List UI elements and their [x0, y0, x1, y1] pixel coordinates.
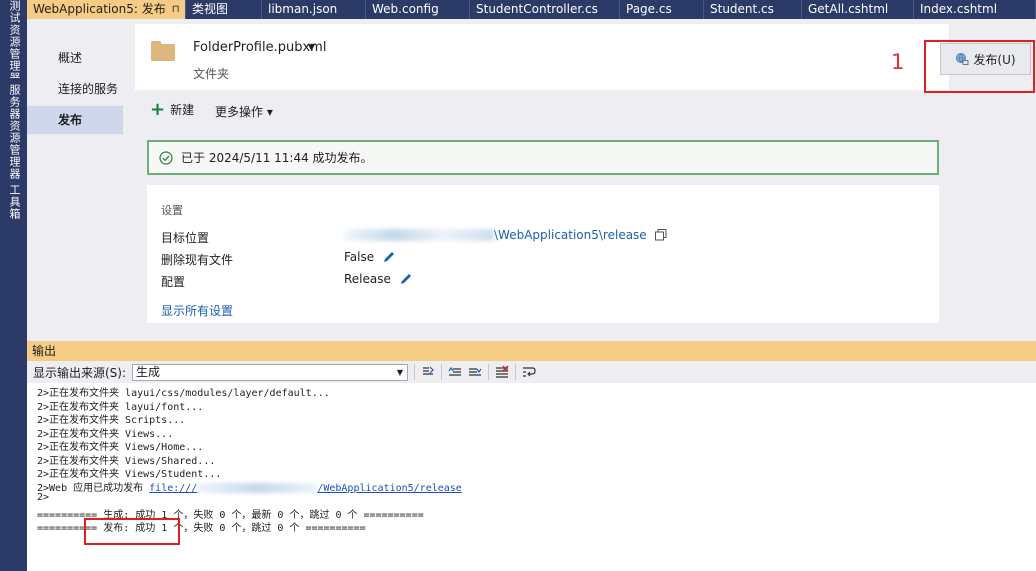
toolbar-separator	[441, 364, 443, 380]
output-source-label: 显示输出来源(S):	[33, 365, 127, 380]
delete-existing-label: 删除现有文件	[161, 253, 234, 267]
output-line: 2>正在发布文件夹 Scripts...	[37, 415, 186, 426]
output-source-value: 生成	[136, 364, 161, 379]
document-tab-strip: WebApplication5: 发布 ⊓ ✕ 类视图 libman.json …	[27, 0, 1036, 19]
status-banner: 已于 2024/5/11 11:44 成功发布。	[147, 140, 939, 175]
previous-message-icon[interactable]	[448, 365, 462, 379]
word-wrap-icon[interactable]	[522, 365, 536, 379]
delete-existing-text: False	[344, 250, 375, 264]
settings-card: 设置 目标位置 \WebApplication5\release 删除现有文件 …	[147, 185, 939, 323]
find-message-in-code-icon[interactable]	[421, 365, 435, 379]
tab-page-cs[interactable]: Page.cs	[620, 0, 704, 19]
toolbar-separator	[414, 364, 416, 380]
output-line: 2>正在发布文件夹 Views/Home...	[37, 442, 204, 453]
profile-card: FolderProfile.pubxml ▼ 文件夹 1 发布(U)	[135, 24, 1035, 93]
link-prefix: file:///	[149, 483, 198, 494]
status-message: 已于 2024/5/11 11:44 成功发布。	[181, 151, 373, 165]
copy-icon[interactable]	[654, 229, 667, 241]
toolbar-separator	[515, 364, 517, 380]
nav-publish[interactable]: 发布	[27, 106, 123, 134]
show-all-settings-link[interactable]: 显示所有设置	[161, 302, 233, 319]
highlight-box	[84, 518, 180, 545]
folder-icon	[151, 41, 175, 61]
output-line-web-published: 2>Web 应用已成功发布 file:/// /WebApplication5/r…	[37, 479, 462, 494]
new-profile-label: 新建	[170, 103, 195, 117]
profile-type: 文件夹	[193, 67, 230, 81]
publish-page: 概述 连接的服务 发布 FolderProfile.pubxml ▼ 文件夹 1…	[27, 19, 1036, 333]
configuration-text: Release	[344, 272, 391, 286]
redacted-path	[344, 229, 494, 241]
check-circle-icon	[159, 150, 173, 165]
output-text-area[interactable]: 2>正在发布文件夹 layui/css/modules/layer/defaul…	[27, 383, 1036, 571]
nav-overview[interactable]: 概述	[27, 44, 123, 72]
tab-student-controller[interactable]: StudentController.cs	[470, 0, 620, 19]
web-published-text: 2>Web 应用已成功发布	[37, 483, 150, 494]
output-source-select[interactable]: 生成 ▼	[132, 363, 409, 381]
redacted-path	[197, 483, 318, 493]
pencil-icon[interactable]	[382, 250, 396, 264]
chevron-down-icon: ▼	[396, 367, 404, 377]
tab-student-cs[interactable]: Student.cs	[704, 0, 802, 19]
next-message-icon[interactable]	[468, 365, 482, 379]
highlight-box	[924, 40, 1035, 93]
clear-all-icon[interactable]	[495, 365, 509, 379]
output-title: 输出	[32, 344, 57, 358]
side-tool-strip: 测试资源管理器 服务器资源管理器 工具箱	[0, 0, 27, 571]
tab-publish-label: WebApplication5: 发布	[33, 2, 166, 16]
tab-class-view[interactable]: 类视图	[186, 0, 262, 19]
annotation-number: 1	[891, 50, 905, 74]
configuration-label: 配置	[161, 275, 186, 289]
configuration-value: Release	[344, 272, 413, 286]
settings-title: 设置	[161, 204, 183, 217]
toolbar-separator	[488, 364, 490, 380]
target-location-link[interactable]: \WebApplication5\release	[344, 228, 647, 242]
pin-icon[interactable]: ⊓	[172, 0, 180, 19]
output-title-bar: 输出	[27, 341, 1036, 361]
link-suffix: /WebApplication5/release	[317, 483, 462, 494]
output-toolbar: 显示输出来源(S): 生成 ▼	[27, 361, 1036, 383]
more-actions-menu[interactable]: 更多操作 ▾	[215, 103, 273, 120]
published-folder-link[interactable]: file:/// /WebApplication5/release	[149, 483, 462, 494]
target-location-value: \WebApplication5\release	[344, 228, 667, 242]
tab-web-config[interactable]: Web.config	[366, 0, 470, 19]
output-line: 2>正在发布文件夹 Views/Student...	[37, 469, 222, 480]
delete-existing-value: False	[344, 250, 396, 264]
tab-getall-cshtml[interactable]: GetAll.cshtml	[802, 0, 914, 19]
publish-nav: 概述 连接的服务 发布	[27, 19, 123, 333]
output-line: 2>	[37, 492, 50, 503]
new-profile-button[interactable]: + 新建	[150, 98, 195, 120]
tab-index-cshtml[interactable]: Index.cshtml	[914, 0, 1036, 19]
toolbox-tab[interactable]: 工具箱	[4, 184, 22, 224]
tab-libman-json[interactable]: libman.json	[262, 0, 366, 19]
tab-publish[interactable]: WebApplication5: 发布 ⊓ ✕	[27, 0, 186, 19]
server-explorer-tab[interactable]: 服务器资源管理器	[4, 84, 22, 182]
nav-connected-services[interactable]: 连接的服务	[27, 75, 123, 103]
profile-selector[interactable]: FolderProfile.pubxml	[193, 40, 326, 55]
output-line: 2>正在发布文件夹 layui/css/modules/layer/defaul…	[37, 388, 330, 399]
target-location-label: 目标位置	[161, 231, 210, 245]
target-location-text: \WebApplication5\release	[494, 228, 647, 242]
plus-icon: +	[150, 98, 166, 120]
chevron-down-icon[interactable]: ▼	[308, 43, 315, 53]
pencil-icon[interactable]	[399, 272, 413, 286]
test-explorer-tab[interactable]: 测试资源管理器	[4, 0, 22, 78]
